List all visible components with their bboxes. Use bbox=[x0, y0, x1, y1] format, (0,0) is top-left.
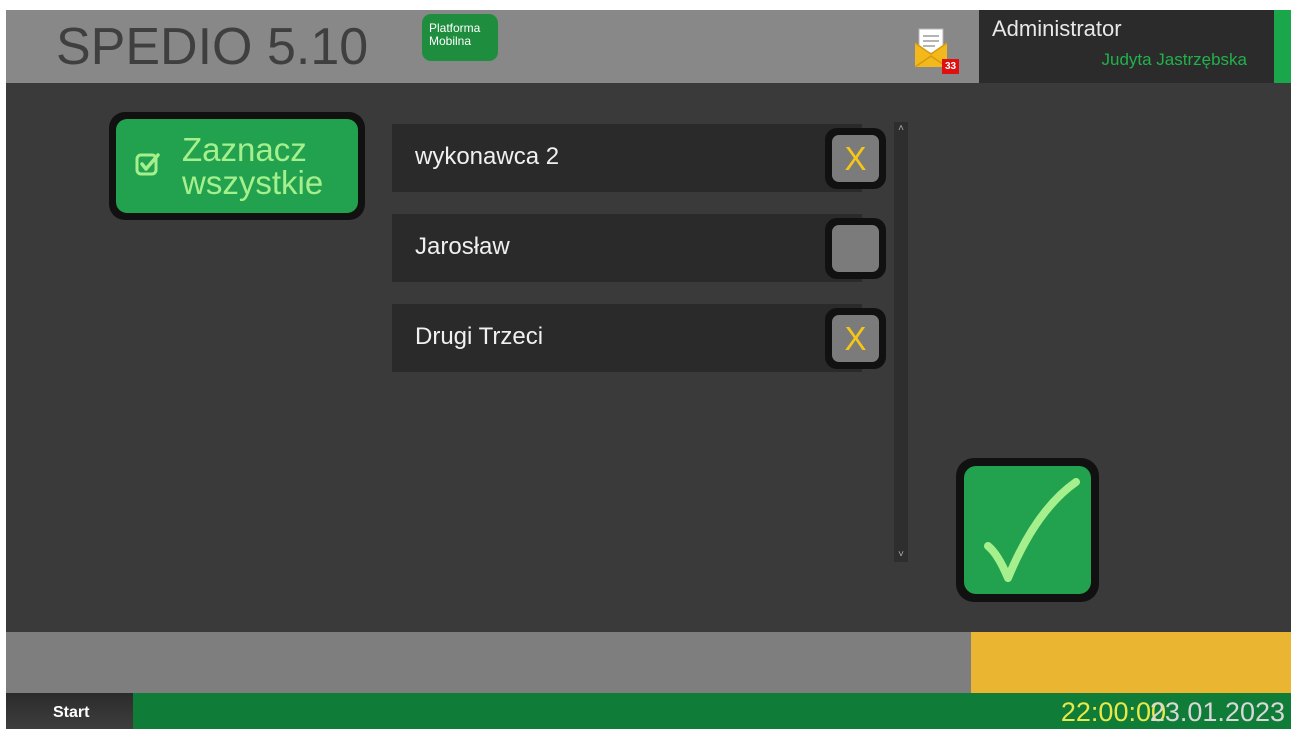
confirm-button-face bbox=[964, 466, 1091, 594]
status-bar bbox=[6, 632, 971, 693]
user-panel[interactable]: Administrator Judyta Jastrzębska bbox=[979, 10, 1274, 83]
list-item-label: Drugi Trzeci bbox=[415, 323, 544, 350]
contractor-list: wykonawca 2 X Jarosław Drugi Trzeci X bbox=[392, 124, 888, 564]
chevron-down-icon[interactable]: ˅ bbox=[894, 548, 908, 562]
list-item[interactable]: Drugi Trzeci X bbox=[392, 304, 886, 372]
item-checkbox[interactable] bbox=[825, 218, 886, 279]
item-checkbox[interactable]: X bbox=[825, 128, 886, 189]
start-label: Start bbox=[53, 704, 90, 721]
checkbox-mark: X bbox=[832, 315, 879, 362]
platform-badge-line-2: Mobilna bbox=[429, 34, 472, 48]
unread-count-badge: 33 bbox=[942, 59, 959, 74]
status-indicator bbox=[971, 632, 1291, 693]
list-item[interactable]: wykonawca 2 X bbox=[392, 124, 886, 192]
user-name: Judyta Jastrzębska bbox=[1101, 50, 1247, 69]
checkbox-mark bbox=[832, 225, 879, 272]
start-button[interactable]: Start bbox=[6, 693, 133, 729]
header-bar: SPEDIO 5.10 Platforma Mobilna 33 Adminis… bbox=[6, 10, 1291, 83]
clock-date: 23.01.2023 bbox=[1149, 697, 1285, 727]
item-checkbox[interactable]: X bbox=[825, 308, 886, 369]
messages-button[interactable]: 33 bbox=[913, 26, 959, 74]
user-role: Administrator bbox=[992, 16, 1122, 41]
checkbox-mark: X bbox=[832, 135, 879, 182]
confirm-button[interactable] bbox=[956, 458, 1099, 602]
list-item-label: Jarosław bbox=[415, 233, 510, 260]
list-scrollbar[interactable]: ˄ ˅ bbox=[894, 122, 908, 562]
select-all-button-face: Zaznacz wszystkie bbox=[116, 119, 358, 213]
chevron-up-icon[interactable]: ˄ bbox=[894, 122, 908, 136]
select-all-label: Zaznacz wszystkie bbox=[182, 133, 342, 199]
select-all-text: Zaznacz wszystkie bbox=[182, 131, 324, 201]
checkmark-icon bbox=[984, 478, 1080, 582]
app-window: SPEDIO 5.10 Platforma Mobilna 33 Adminis… bbox=[6, 10, 1291, 729]
platform-badge[interactable]: Platforma Mobilna bbox=[422, 14, 498, 61]
list-item[interactable]: Jarosław bbox=[392, 214, 886, 282]
checkbox-checked-icon bbox=[135, 153, 160, 176]
taskbar: Start 22:00:00 23.01.2023 bbox=[6, 693, 1291, 729]
app-title: SPEDIO 5.10 bbox=[56, 18, 369, 76]
header-accent-strip bbox=[1274, 10, 1291, 83]
select-all-button[interactable]: Zaznacz wszystkie bbox=[109, 112, 365, 220]
list-item-label: wykonawca 2 bbox=[415, 143, 560, 170]
